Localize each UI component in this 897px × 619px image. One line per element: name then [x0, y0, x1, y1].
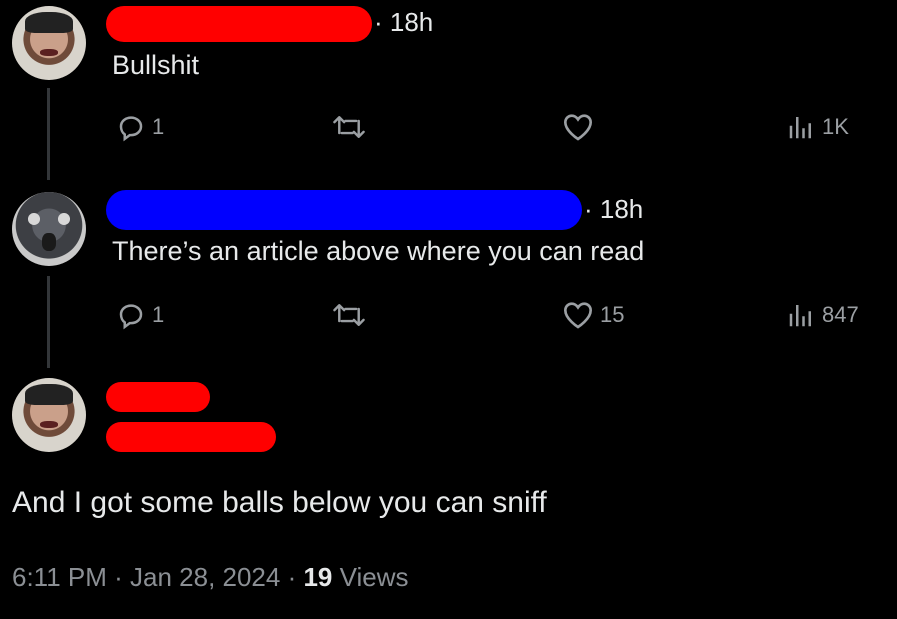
retweet-button[interactable] — [332, 112, 366, 142]
redacted-username — [106, 6, 372, 42]
main-tweet-text: And I got some balls below you can sniff — [12, 486, 547, 519]
timestamp[interactable]: 6:11 PM · Jan 28, 2024 · — [12, 562, 303, 592]
views-label: Views — [332, 562, 409, 592]
like-count: 15 — [600, 302, 625, 327]
redacted-display-name — [106, 382, 210, 412]
retweet-button[interactable] — [332, 300, 366, 330]
avatar[interactable] — [12, 192, 86, 266]
like-icon — [563, 114, 593, 141]
tweet-time[interactable]: · 18h — [374, 7, 433, 38]
view-count: 1K — [822, 114, 849, 139]
reply-icon — [119, 116, 143, 142]
retweet-icon — [333, 116, 365, 138]
views-count: 19 — [303, 562, 333, 592]
tweet-meta: 6:11 PM · Jan 28, 2024 · 19 Views — [12, 562, 409, 593]
avatar[interactable] — [12, 378, 86, 452]
views-button[interactable]: 847 — [786, 300, 859, 330]
tweet-text: Bullshit — [112, 50, 200, 80]
like-icon — [563, 302, 593, 329]
reply-count: 1 — [152, 302, 165, 327]
views-icon — [789, 117, 811, 139]
thread-line — [47, 88, 50, 180]
tweet-text: There’s an article above where you can r… — [112, 236, 645, 266]
redacted-username — [106, 190, 582, 230]
reply-count: 1 — [152, 114, 165, 139]
reply-icon — [119, 304, 143, 330]
reply-button[interactable]: 1 — [116, 112, 164, 142]
retweet-icon — [333, 304, 365, 326]
like-button[interactable] — [562, 112, 600, 142]
tweet-time[interactable]: · 18h — [584, 194, 643, 225]
reply-button[interactable]: 1 — [116, 300, 164, 330]
views-button[interactable]: 1K — [786, 112, 849, 142]
redacted-handle — [106, 422, 276, 452]
avatar[interactable] — [12, 6, 86, 80]
like-button[interactable]: 15 — [562, 300, 624, 330]
thread-line — [47, 276, 50, 368]
views-icon — [789, 305, 811, 327]
view-count: 847 — [822, 302, 859, 327]
